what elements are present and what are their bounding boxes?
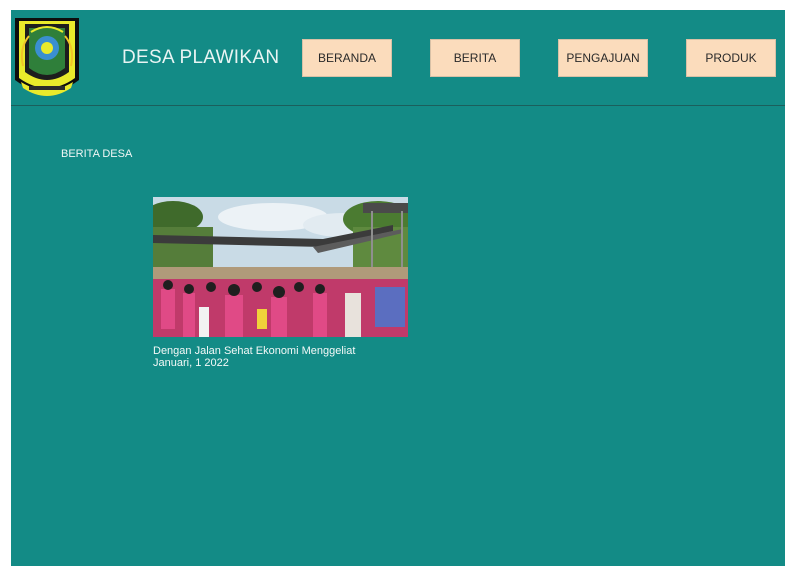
news-title[interactable]: Dengan Jalan Sehat Ekonomi Menggeliat	[153, 345, 409, 357]
page-frame: DESA PLAWIKAN BERANDA BERITA PENGAJUAN P…	[11, 10, 785, 566]
village-emblem-logo[interactable]	[11, 8, 83, 104]
site-title: DESA PLAWIKAN	[122, 47, 280, 68]
nav-beranda-button[interactable]: BERANDA	[302, 39, 392, 77]
nav-produk-button[interactable]: PRODUK	[686, 39, 776, 77]
nav-pengajuan-button[interactable]: PENGAJUAN	[558, 39, 648, 77]
news-date: Januari, 1 2022	[153, 357, 229, 369]
site-header: DESA PLAWIKAN BERANDA BERITA PENGAJUAN P…	[11, 10, 785, 106]
news-photo[interactable]	[153, 197, 408, 337]
section-title: BERITA DESA	[61, 148, 133, 160]
news-card[interactable]: Dengan Jalan Sehat Ekonomi Menggeliat Ja…	[153, 197, 409, 369]
nav-berita-button[interactable]: BERITA	[430, 39, 520, 77]
